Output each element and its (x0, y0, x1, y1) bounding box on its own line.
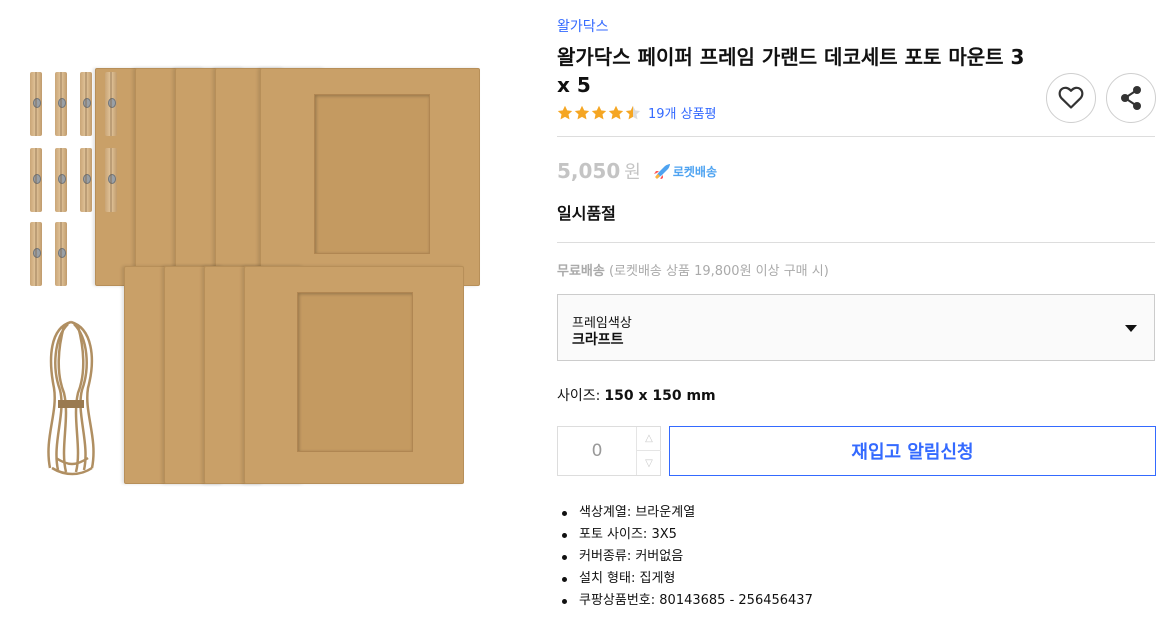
stock-status: 일시품절 (557, 204, 616, 223)
quantity-input[interactable] (558, 427, 636, 475)
kraft-frame (260, 68, 480, 286)
caret-down-icon (1125, 325, 1137, 332)
divider (557, 242, 1155, 243)
clothespin (30, 222, 42, 286)
divider (557, 136, 1155, 137)
clothespin (55, 148, 67, 212)
jute-twine (47, 320, 95, 476)
star-rating (557, 105, 642, 121)
clothespin (55, 222, 67, 286)
attribute-item: 커버종류: 커버없음 (557, 546, 813, 568)
clothespin (55, 72, 67, 136)
quantity-stepper[interactable]: △ ▽ (557, 426, 661, 476)
clothespin (105, 148, 117, 212)
price-row: 5,050 원 로켓배송 (557, 158, 717, 184)
attribute-item: 색상계열: 브라운계열 (557, 502, 813, 524)
kraft-frame (244, 266, 464, 484)
attribute-item: 포토 사이즈: 3X5 (557, 524, 813, 546)
rocket-delivery-badge: 로켓배송 (653, 163, 717, 180)
chevron-down-icon: ▽ (645, 457, 653, 469)
star-icon (608, 105, 624, 121)
quantity-decrease-button[interactable]: ▽ (636, 451, 661, 475)
heart-icon (1058, 86, 1084, 109)
product-title: 왈가닥스 페이퍼 프레임 가랜드 데코세트 포토 마운트 3 x 5 (557, 45, 1025, 97)
attribute-item: 쿠팡상품번호: 80143685 - 256456437 (557, 590, 813, 612)
product-image[interactable] (0, 0, 520, 618)
star-icon (625, 105, 641, 121)
clothespin (105, 72, 117, 136)
price-currency: 원 (624, 162, 641, 183)
rocket-icon (653, 164, 670, 179)
star-icon (591, 105, 607, 121)
restock-notify-button[interactable]: 재입고 알림신청 (669, 426, 1156, 476)
share-icon (1121, 86, 1141, 110)
clothespin (80, 148, 92, 212)
star-icon (557, 105, 573, 121)
brand-link[interactable]: 왈가닥스 (557, 16, 609, 36)
rating-row[interactable]: 19개 상품평 (557, 103, 717, 122)
option-selected-value: 크라프트 (572, 332, 624, 348)
attribute-item: 설치 형태: 집게형 (557, 568, 813, 590)
clothespin (30, 72, 42, 136)
size-label: 사이즈: (557, 388, 601, 404)
shipping-note: (로켓배송 상품 19,800원 이상 구매 시) (608, 264, 829, 279)
share-button[interactable] (1106, 73, 1156, 123)
chevron-up-icon: △ (645, 433, 653, 444)
option-dropdown[interactable]: 프레임색상 크라프트 (557, 294, 1155, 361)
wishlist-button[interactable] (1046, 73, 1096, 123)
shipping-label: 무료배송 (557, 264, 605, 279)
shipping-info: 무료배송 (로켓배송 상품 19,800원 이상 구매 시) (557, 260, 829, 279)
clothespin (30, 148, 42, 212)
size-value: 150 x 150 mm (604, 388, 716, 404)
clothespin (80, 72, 92, 136)
rocket-delivery-label: 로켓배송 (672, 164, 717, 179)
size-info: 사이즈: 150 x 150 mm (557, 385, 716, 405)
review-count-link[interactable]: 19개 상품평 (648, 103, 717, 122)
attribute-list: 색상계열: 브라운계열 포토 사이즈: 3X5 커버종류: 커버없음 설치 형태… (557, 502, 813, 612)
star-icon (574, 105, 590, 121)
quantity-increase-button[interactable]: △ (636, 427, 661, 451)
price-value: 5,050 (557, 159, 621, 183)
